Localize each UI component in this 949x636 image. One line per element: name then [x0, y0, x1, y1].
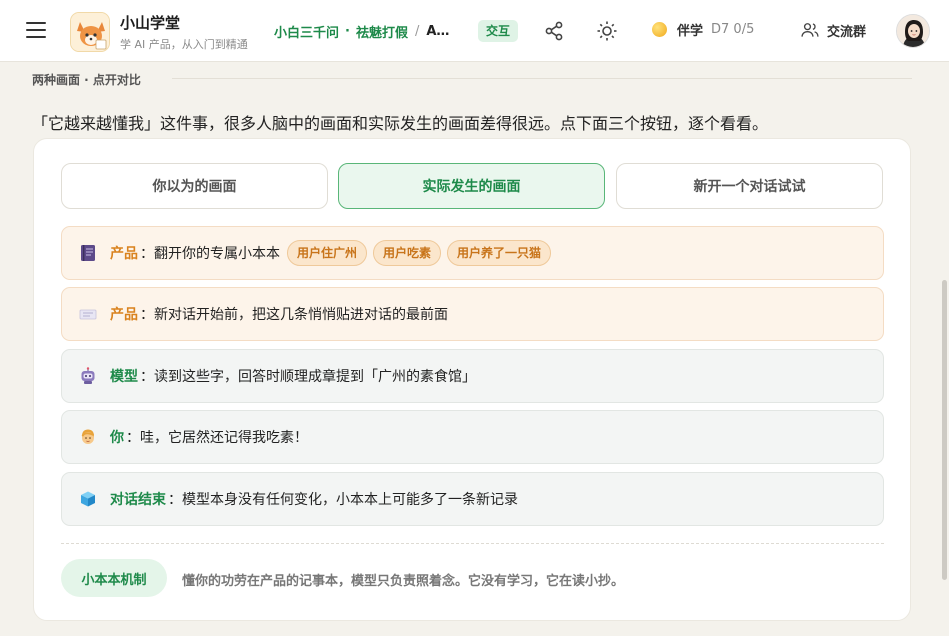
step-row: 产品 ：新对话开始前，把这几条悄悄贴进对话的最前面 [61, 287, 884, 341]
study-buddy-label: 伴学 [677, 24, 704, 39]
menu-icon[interactable] [26, 22, 46, 40]
mechanism-explanation: 懂你的功劳在产品的记事本，模型只负责照着念。它没有学习，它在读小抄。 [182, 574, 625, 589]
community-label: 交流群 [827, 24, 867, 40]
intro-text: 「它越来越懂我」这件事，很多人脑中的画面和实际发生的画面差得很远。点下面三个按钮… [32, 114, 769, 133]
memory-chip: 用户住广州 [287, 240, 368, 266]
sticky-note-icon [79, 305, 97, 323]
dashed-divider [61, 543, 884, 544]
step-row: 产品 ：翻开你的专属小本本 用户住广州 用户吃素 用户养了一只猫 [61, 226, 884, 280]
step-actor: 模型 [110, 369, 138, 385]
section-title: 两种画面 · 点开对比 [32, 73, 141, 87]
share-icon[interactable] [542, 19, 566, 43]
fox-logo-icon[interactable] [70, 12, 110, 52]
top-bar: 小山学堂 学 AI 产品，从入门到精通 小白三千问 · 祛魅打假 / A… 交互… [0, 0, 949, 62]
breadcrumb-item-current[interactable]: A… [426, 24, 449, 39]
notebook-mechanism-button[interactable]: 小本本机制 [61, 559, 167, 597]
step-text: ：哇，它居然还记得我吃素！ [126, 430, 308, 446]
tab-imagined-picture[interactable]: 你以为的画面 [61, 163, 328, 209]
step-row: 对话结束 ：模型本身没有任何变化，小本本上可能多了一条新记录 [61, 472, 884, 526]
step-actor: 产品 [110, 246, 138, 262]
avatar[interactable] [896, 14, 930, 48]
step-text: ：读到这些字，回答时顺理成章提到「广州的素食馆」 [140, 369, 476, 385]
users-icon [801, 23, 819, 37]
interactive-badge: 交互 [478, 20, 519, 42]
step-text: ：模型本身没有任何变化，小本本上可能多了一条新记录 [168, 492, 518, 508]
tab-new-conversation[interactable]: 新开一个对话试试 [616, 163, 883, 209]
step-text: ：新对话开始前，把这几条悄悄贴进对话的最前面 [140, 307, 448, 323]
section-divider [172, 78, 912, 79]
coin-icon [652, 22, 667, 37]
memory-chip: 用户吃素 [373, 240, 442, 266]
person-face-icon [79, 428, 97, 446]
community-button[interactable]: 交流群 [800, 20, 866, 40]
robot-icon [79, 367, 97, 385]
memory-chip: 用户养了一只猫 [447, 240, 552, 266]
breadcrumb-dot: · [345, 24, 350, 39]
step-actor: 产品 [110, 307, 138, 323]
step-actor: 你 [110, 430, 124, 446]
step-row: 模型 ：读到这些字，回答时顺理成章提到「广州的素食馆」 [61, 349, 884, 403]
notebook-icon [79, 244, 97, 262]
brand-title: 小山学堂 [120, 14, 181, 32]
study-buddy-progress: D7 0/5 [711, 22, 755, 37]
sun-icon[interactable] [595, 19, 619, 43]
breadcrumb-separator: / [414, 24, 420, 39]
step-text: ：翻开你的专属小本本 [140, 246, 280, 262]
brand-subtitle: 学 AI 产品，从入门到精通 [120, 38, 248, 51]
cube-icon [79, 490, 97, 508]
scrollbar-thumb[interactable] [942, 280, 947, 580]
tab-actual-picture[interactable]: 实际发生的画面 [338, 163, 605, 209]
study-buddy[interactable]: 伴学 D7 0/5 [652, 20, 754, 39]
breadcrumb-item-questions[interactable]: 小白三千问 [274, 22, 339, 41]
breadcrumb: 小白三千问 · 祛魅打假 / A… [274, 22, 449, 41]
comparison-card: 你以为的画面 实际发生的画面 新开一个对话试试 产品 ：翻开你的专属小本本 用户… [33, 138, 911, 621]
breadcrumb-item-demystify[interactable]: 祛魅打假 [356, 22, 408, 41]
step-actor: 对话结束 [110, 492, 166, 508]
step-row: 你 ：哇，它居然还记得我吃素！ [61, 410, 884, 464]
